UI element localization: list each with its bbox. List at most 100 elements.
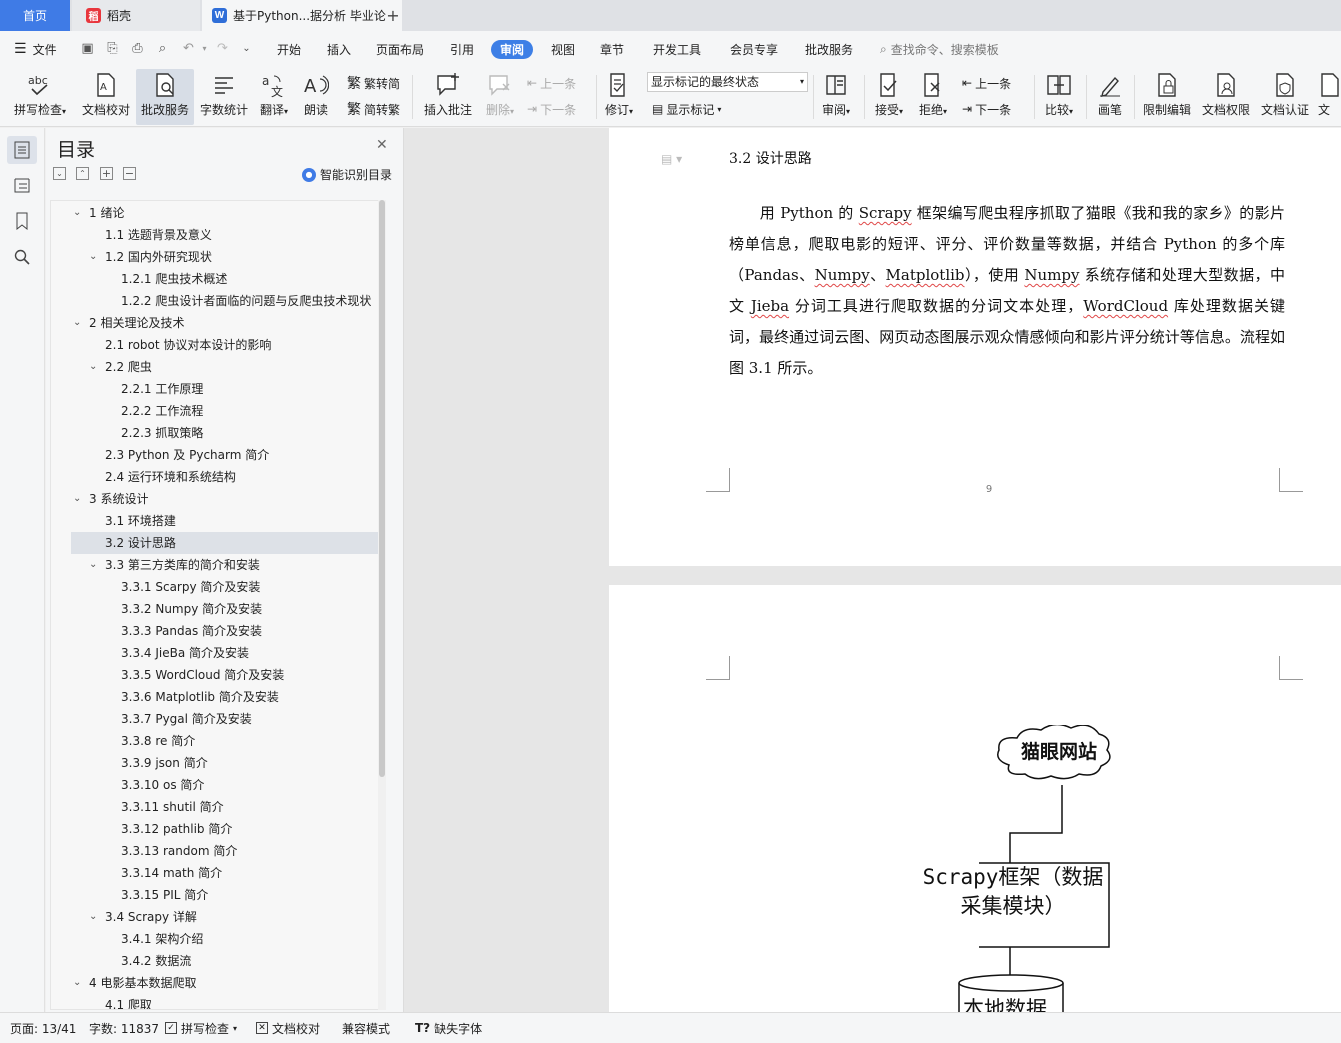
toc-item[interactable]: 3.3.15 PIL 简介 [121,884,208,906]
toc-item[interactable]: 3.3.6 Matplotlib 简介及安装 [121,686,279,708]
expand-chevron-icon[interactable]: ⌄ [89,554,97,576]
toc-item[interactable]: 3 系统设计 [89,488,148,510]
toc-item[interactable]: 3.1 环境搭建 [105,510,176,532]
collapse-up-icon[interactable]: ⌃ [76,167,89,180]
command-search[interactable]: ⌕ 查找命令、搜索模板 [880,31,999,67]
toc-item[interactable]: 3.3.5 WordCloud 简介及安装 [121,664,284,686]
menu-developer[interactable]: 开发工具 [653,31,701,67]
insert-comment-button[interactable]: 插入批注 [420,69,476,125]
traditional-to-simplified-button[interactable]: 繁繁转简 [347,73,400,93]
restrict-editing-button[interactable]: 限制编辑 [1140,69,1194,125]
show-markup-button[interactable]: ▤ 显示标记 ▾ [652,99,721,119]
toc-item[interactable]: 3.3.8 re 简介 [121,730,195,752]
expand-chevron-icon[interactable]: ⌄ [73,488,81,510]
toc-item[interactable]: 3.3.7 Pygal 简介及安装 [121,708,252,730]
menu-chapter[interactable]: 章节 [600,31,624,67]
undo-dropdown-icon[interactable]: ▾ [196,41,213,57]
toc-item[interactable]: 3.4.1 架构介绍 [121,928,203,950]
menu-membership[interactable]: 会员专享 [730,31,778,67]
markup-state-select[interactable]: 显示标记的最终状态 ▾ [647,72,808,92]
expand-chevron-icon[interactable]: ⌄ [89,906,97,928]
toc-item[interactable]: 3.3.1 Scarpy 简介及安装 [121,576,260,598]
compare-button[interactable]: 比较▾ [1040,69,1078,125]
track-changes-button[interactable]: 修订▾ [600,69,638,125]
read-aloud-button[interactable]: A 朗读 [298,69,334,125]
missing-font-button[interactable]: T? 缺失字体 [415,1013,482,1043]
search-icon[interactable] [7,243,37,271]
toc-item[interactable]: 3.2 设计思路 [105,532,176,554]
toc-item[interactable]: 1.2 国内外研究现状 [105,246,212,268]
toc-item[interactable]: 4.1 爬取 [105,994,152,1009]
tab-home[interactable]: 首页 [0,0,70,31]
toc-item[interactable]: 2.3 Python 及 Pycharm 简介 [105,444,269,466]
document-certify-button[interactable]: 文档认证 [1258,69,1312,125]
tab-document[interactable]: W 基于Python...据分析 毕业论 [202,0,402,31]
toc-item[interactable]: 3.3.9 json 简介 [121,752,208,774]
next-comment-button[interactable]: ⇥ 下一条 [527,99,576,119]
collapse-down-icon[interactable]: ⌄ [53,167,66,180]
new-tab-button[interactable]: + [384,0,402,31]
toc-pane-icon[interactable] [7,136,37,164]
menu-review[interactable]: 审阅 [491,40,534,59]
toc-item[interactable]: 3.4.2 数据流 [121,950,191,972]
correction-service-button[interactable]: 批改服务 [136,69,194,125]
toc-item[interactable]: 3.3.13 random 简介 [121,840,237,862]
menu-page-layout[interactable]: 页面布局 [376,31,424,67]
expand-chevron-icon[interactable]: ⌄ [89,246,97,268]
print-preview-icon[interactable]: ⌕ [154,41,171,57]
toc-item[interactable]: 3.3.4 JieBa 简介及安装 [121,642,249,664]
toc-item[interactable]: 2.2 爬虫 [105,356,152,378]
toc-item[interactable]: 3.3.14 math 简介 [121,862,222,884]
toc-item[interactable]: 1 绪论 [89,202,124,224]
toc-item[interactable]: 3.3.11 shutil 简介 [121,796,224,818]
toc-scrollbar-thumb[interactable] [379,200,385,777]
menu-start[interactable]: 开始 [277,31,301,67]
simplified-to-traditional-button[interactable]: 繁简转繁 [347,99,400,119]
collapse-all-icon[interactable]: − [123,167,136,180]
next-change-button[interactable]: ⇥ 下一条 [962,99,1011,119]
redo-icon[interactable]: ↷ [214,41,231,57]
previous-comment-button[interactable]: ⇤ 上一条 [527,73,576,93]
customize-quick-access-icon[interactable]: ⌄ [238,41,255,57]
tab-daoke[interactable]: 稻 稻壳 [72,0,200,31]
document-scrollbar[interactable] [1333,128,1341,1012]
accept-button[interactable]: 接受▾ [870,69,908,125]
close-icon[interactable]: ✕ [376,137,388,153]
expand-chevron-icon[interactable]: ⌄ [73,312,81,334]
export-pdf-icon[interactable]: ⎘ [104,41,121,57]
menu-view[interactable]: 视图 [551,31,575,67]
expand-chevron-icon[interactable]: ⌄ [89,356,97,378]
toc-item[interactable]: 2 相关理论及技术 [89,312,184,334]
toc-item[interactable]: 3.3.10 os 简介 [121,774,204,796]
toc-item[interactable]: 1.2.1 爬虫技术概述 [121,268,227,290]
toc-item[interactable]: 3.3.3 Pandas 简介及安装 [121,620,262,642]
chapter-nav-icon[interactable] [7,171,37,199]
toc-item[interactable]: 3.3.2 Numpy 简介及安装 [121,598,262,620]
document-permission-button[interactable]: 文档权限 [1199,69,1253,125]
toc-item[interactable]: 3.4 Scrapy 详解 [105,906,197,928]
expand-chevron-icon[interactable]: ⌄ [73,202,81,224]
paragraph-options-icon[interactable]: ▤ ▾ [661,152,682,166]
toc-item[interactable]: 4 电影基本数据爬取 [89,972,196,994]
menu-correction[interactable]: 批改服务 [805,31,853,67]
print-icon[interactable]: ⎙ [129,41,146,57]
toc-item[interactable]: 3.3 第三方类库的简介和安装 [105,554,260,576]
undo-icon[interactable]: ↶ [180,41,197,57]
toc-item[interactable]: 2.4 运行环境和系统结构 [105,466,236,488]
toc-scrollbar[interactable] [378,200,386,1010]
reject-button[interactable]: 拒绝▾ [914,69,952,125]
expand-all-icon[interactable]: + [100,167,113,180]
menu-references[interactable]: 引用 [450,31,474,67]
save-icon[interactable]: ▣ [79,41,96,57]
toc-item[interactable]: 2.1 robot 协议对本设计的影响 [105,334,271,356]
status-spell-check[interactable]: ✓ 拼写检查 ▾ [165,1013,237,1043]
word-count-button[interactable]: 字数统计 [198,69,250,125]
toc-item[interactable]: 1.2.2 爬虫设计者面临的问题与反爬虫技术现状 [121,290,371,312]
proofread-button[interactable]: A 文档校对 [78,69,134,125]
spell-check-button[interactable]: abc 拼写检查▾ [8,69,72,125]
menu-insert[interactable]: 插入 [327,31,351,67]
bookmark-icon[interactable] [7,207,37,235]
document-more-button[interactable]: 文 [1318,69,1341,125]
status-proofread[interactable]: ✕ 文档校对 [256,1013,320,1043]
previous-change-button[interactable]: ⇤ 上一条 [962,73,1011,93]
